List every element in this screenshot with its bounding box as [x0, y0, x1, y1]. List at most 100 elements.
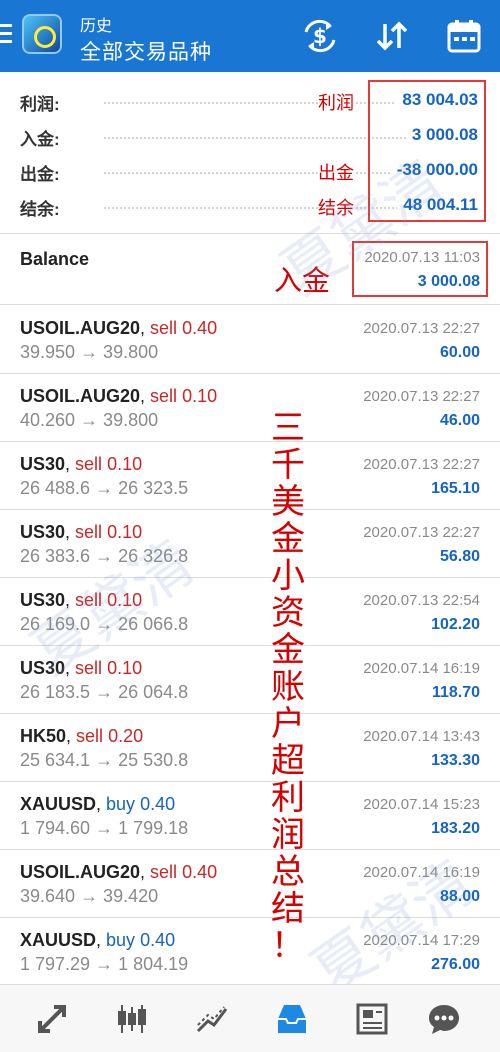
header-bar: 历史 全部交易品种 $: [0, 0, 500, 72]
summary-label: 利润:: [20, 95, 60, 114]
annotation-char: 三: [271, 408, 305, 448]
annotation-char: 美: [271, 482, 305, 522]
annotation-char: 总: [271, 852, 305, 892]
deal-row[interactable]: US30, sell 0.10 26 383.6 → 26 326.8 2020.0…: [0, 510, 500, 578]
deal-prices: 26 383.6 → 26 326.8: [20, 546, 189, 566]
balance-row[interactable]: Balance 2020.07.13 11:03 3 000.08 入金: [0, 235, 500, 305]
deal-separator: ,: [66, 726, 77, 746]
deal-title: XAUUSD, buy 0.40: [20, 930, 175, 951]
deal-symbol: USOIL.AUG20: [20, 386, 141, 406]
deal-direction: sell: [75, 522, 103, 542]
quotes-icon[interactable]: [34, 1001, 70, 1037]
deal-title: USOIL.AUG20, sell 0.10: [20, 386, 217, 407]
annotation-char: ！: [271, 926, 305, 966]
deal-row[interactable]: US30, sell 0.10 26 488.6 → 26 323.5 2020.0…: [0, 442, 500, 510]
deal-symbol: HK50: [20, 726, 67, 746]
annotation-char: 小: [271, 556, 305, 596]
deal-profit: 56.80: [439, 548, 480, 565]
deal-row[interactable]: HK50, sell 0.20 25 634.1 → 25 530.8 2020.0…: [0, 714, 500, 782]
deal-profit: 165.10: [431, 480, 480, 497]
deal-row[interactable]: USOIL.AUG20, sell 0.40 39.950 → 39.800 202…: [0, 306, 500, 374]
deal-volume: 0.20: [108, 726, 144, 746]
deal-prices: 39.950 → 39.800: [20, 342, 159, 362]
annotation-char: 金: [271, 630, 305, 670]
annotation-char: 账: [271, 667, 305, 707]
annotation-balance: 结余: [318, 194, 354, 220]
header-title[interactable]: 全部交易品种: [80, 36, 212, 66]
summary-panel: 利润: 83 004.03 利润 入金: 3 000.08 出金: -38 00…: [0, 72, 500, 234]
deal-direction: sell: [75, 590, 103, 610]
deal-row[interactable]: USOIL.AUG20, sell 0.10 40.260 → 39.800 202…: [0, 374, 500, 442]
deal-row[interactable]: US30, sell 0.10 26 169.0 → 26 066.8 2020.0…: [0, 578, 500, 646]
annotation-char: 户: [271, 704, 305, 744]
deal-row[interactable]: XAUUSD, buy 0.40 1 794.60 → 1 799.18 2020.…: [0, 782, 500, 850]
deal-row[interactable]: USOIL.AUG20, sell 0.40 39.640 → 39.420 202…: [0, 850, 500, 918]
deal-separator: ,: [65, 522, 76, 542]
news-icon[interactable]: [354, 1001, 390, 1037]
deal-prices: 25 634.1 → 25 530.8: [20, 750, 189, 770]
deal-title: XAUUSD, buy 0.40: [20, 794, 175, 815]
deal-profit: 133.30: [431, 752, 480, 769]
chat-icon[interactable]: [426, 1001, 462, 1037]
deal-profit: 46.00: [439, 412, 480, 429]
svg-text:$: $: [313, 24, 327, 48]
history-icon[interactable]: [274, 1001, 310, 1037]
annotation-deposit: 入金: [274, 259, 331, 299]
deal-title: US30, sell 0.10: [20, 590, 142, 611]
summary-label: 结余:: [20, 200, 60, 219]
annotation-char: 利: [271, 778, 305, 818]
deal-symbol: US30: [20, 522, 66, 542]
bottom-nav: [0, 984, 500, 1052]
deal-direction: sell: [76, 726, 104, 746]
deal-volume: 0.40: [182, 862, 218, 882]
deal-type: buy 0.40: [106, 794, 175, 814]
deal-symbol: XAUUSD: [20, 794, 97, 814]
deal-volume: 0.10: [182, 386, 218, 406]
deal-prices: 1 797.29 → 1 804.19: [20, 954, 189, 974]
deal-profit: 60.00: [439, 344, 480, 361]
deal-separator: ,: [140, 386, 151, 406]
trade-icon[interactable]: [194, 1001, 230, 1037]
deal-separator: ,: [65, 454, 76, 474]
deal-type: buy 0.40: [106, 930, 175, 950]
deal-symbol: XAUUSD: [20, 930, 97, 950]
annotation-profit: 利润: [318, 89, 354, 115]
deal-separator: ,: [65, 590, 76, 610]
deal-symbol: US30: [20, 454, 66, 474]
deal-time: 2020.07.14 17:29: [363, 932, 480, 949]
deal-direction: sell: [75, 454, 103, 474]
header-subtitle: 历史: [80, 18, 113, 35]
deal-time: 2020.07.13 22:27: [363, 320, 480, 337]
deal-direction: buy: [106, 794, 136, 814]
chart-icon[interactable]: [114, 1001, 150, 1037]
annotation-char: 润: [271, 815, 305, 855]
deal-type: sell 0.10: [150, 386, 217, 406]
deal-type: sell 0.10: [75, 658, 142, 678]
sort-icon[interactable]: [374, 18, 410, 54]
deal-row[interactable]: XAUUSD, buy 0.40 1 797.29 → 1 804.19 2020.…: [0, 918, 500, 986]
deal-time: 2020.07.14 16:19: [363, 660, 480, 677]
calendar-icon[interactable]: [446, 18, 482, 54]
annotation-char: 千: [271, 445, 305, 485]
deal-title: US30, sell 0.10: [20, 658, 142, 679]
deal-volume: 0.10: [107, 590, 143, 610]
deal-separator: ,: [65, 658, 76, 678]
deal-profit: 183.20: [431, 820, 480, 837]
deal-time: 2020.07.13 22:54: [363, 592, 480, 609]
deal-title: US30, sell 0.10: [20, 454, 142, 475]
balance-label: Balance: [20, 249, 90, 269]
currency-exchange-icon[interactable]: $: [302, 18, 338, 54]
deal-type: sell 0.40: [150, 862, 217, 882]
deal-prices: 40.260 → 39.800: [20, 410, 159, 430]
annotation-char: 资: [271, 593, 305, 633]
menu-icon[interactable]: [0, 24, 14, 46]
deal-row[interactable]: US30, sell 0.10 26 183.5 → 26 064.8 2020.0…: [0, 646, 500, 714]
annotation-char: 结: [271, 889, 305, 929]
deal-prices: 26 183.5 → 26 064.8: [20, 682, 189, 702]
deal-time: 2020.07.13 22:27: [363, 388, 480, 405]
deal-volume: 0.40: [182, 318, 218, 338]
deal-title: USOIL.AUG20, sell 0.40: [20, 862, 217, 883]
summary-label: 出金:: [20, 165, 60, 184]
deal-separator: ,: [140, 318, 151, 338]
deal-separator: ,: [140, 862, 151, 882]
